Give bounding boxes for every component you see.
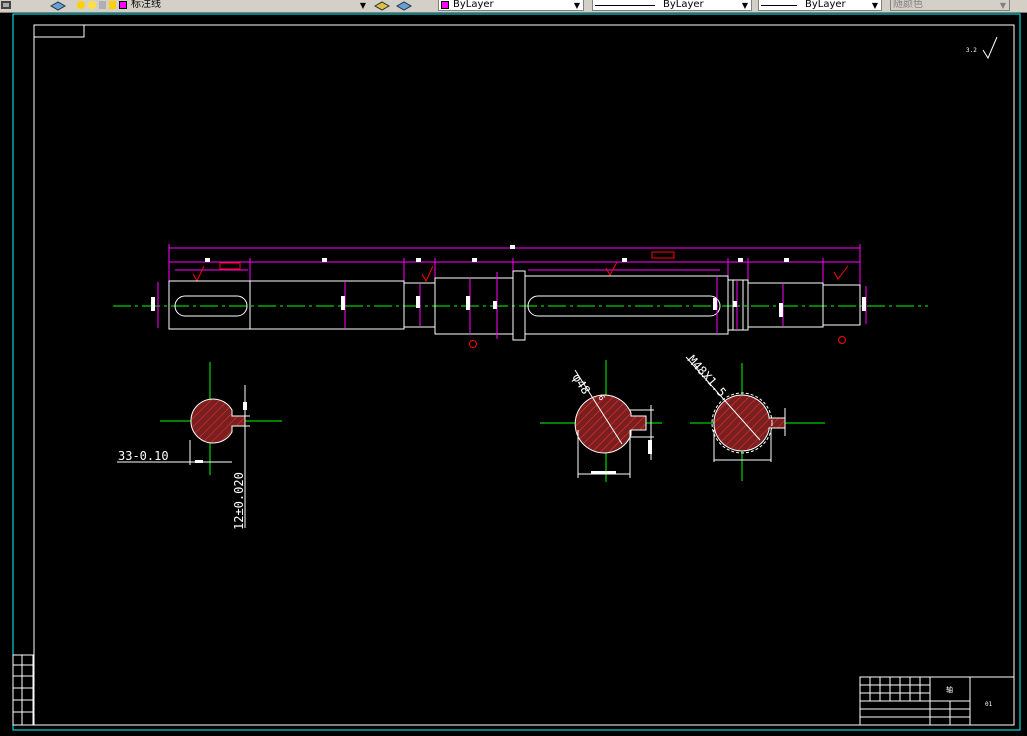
linetype-preview [595, 4, 655, 6]
layer-previous-icon[interactable] [396, 0, 412, 11]
revision-table [12, 654, 34, 726]
section-view-right: M48X1.5 [685, 353, 825, 481]
chevron-down-icon[interactable]: ▼ [360, 1, 366, 10]
bulb-icon[interactable] [77, 1, 85, 9]
layer-color-swatch [119, 1, 127, 9]
color-value: ByLayer [453, 0, 494, 10]
tolerance-frame-left [219, 262, 241, 270]
datum-marker-a [469, 340, 477, 348]
lineweight-preview [761, 4, 797, 6]
chevron-down-icon[interactable]: ▼ [742, 1, 748, 10]
chevron-down-icon[interactable]: ▼ [574, 1, 580, 10]
section-left-width-dim: 33-0.10 [118, 449, 169, 463]
chevron-down-icon[interactable]: ▼ [872, 1, 878, 10]
layer-dropdown[interactable]: 标注线 ▼ [74, 0, 370, 11]
print-icon[interactable] [109, 1, 116, 9]
drawing-frame [33, 24, 1015, 726]
layer-name: 标注线 [131, 0, 161, 10]
plot-style-value: 随颜色 [893, 0, 923, 10]
make-current-layer-icon[interactable] [374, 0, 390, 11]
chevron-down-icon[interactable]: ▼ [1000, 1, 1006, 10]
color-swatch [441, 1, 449, 9]
properties-toolbar: 标注线 ▼ ByLayer ▼ ByLayer ▼ ByLayer ▼ 随颜色 … [0, 0, 1027, 13]
corner-code-box [33, 24, 85, 38]
tolerance-frame-right [651, 251, 675, 259]
toolbar-left-buttons[interactable] [0, 0, 12, 11]
model-space-canvas[interactable]: 3.2 33-0.10 12±0.020 φ48 6 M48X1.5 轴 01 [0, 13, 1027, 736]
plot-style-dropdown[interactable]: 随颜色 ▼ [890, 0, 1010, 11]
sun-icon[interactable] [88, 1, 96, 9]
datum-marker-b [838, 336, 846, 344]
linetype-value: ByLayer [663, 0, 704, 10]
paper-boundary [12, 13, 1021, 731]
overall-dimension [168, 244, 861, 300]
section-view-middle: φ48 6 [540, 360, 662, 482]
lock-icon[interactable] [99, 1, 106, 9]
section-view-left: 33-0.10 12±0.020 [117, 362, 282, 530]
title-part-name: 轴 [946, 685, 953, 694]
roughness-label: 3.2 [966, 47, 977, 54]
layer-stack-icon[interactable] [50, 0, 66, 11]
title-drawing-no: 01 [985, 701, 993, 708]
color-dropdown[interactable]: ByLayer ▼ [438, 0, 584, 11]
lineweight-dropdown[interactable]: ByLayer ▼ [758, 0, 882, 11]
section-right-thread: M48X1.5 [685, 353, 729, 400]
section-left-depth-dim: 12±0.020 [232, 472, 246, 530]
layer-manager-icon[interactable] [0, 1, 12, 10]
linetype-dropdown[interactable]: ByLayer ▼ [592, 0, 752, 11]
roughness-symbol: 3.2 [966, 36, 998, 60]
lineweight-value: ByLayer [805, 0, 846, 10]
